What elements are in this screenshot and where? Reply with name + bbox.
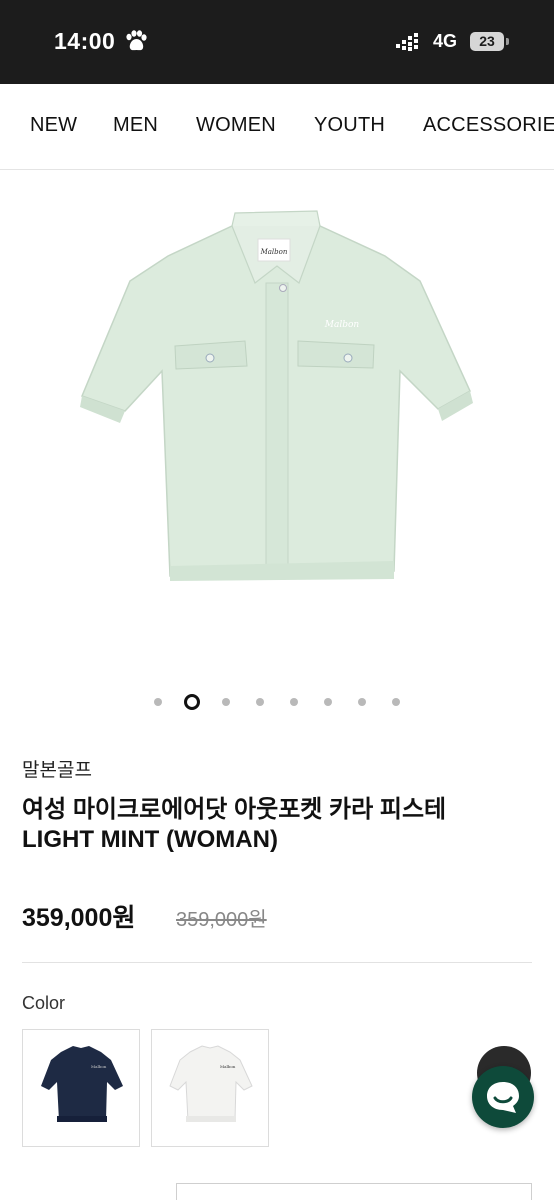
- carousel-dot[interactable]: [392, 698, 400, 706]
- nav-item-youth[interactable]: YOUTH: [314, 114, 385, 137]
- signal-icon: [396, 33, 418, 51]
- sale-price: 359,000원: [22, 904, 136, 932]
- nav-item-men[interactable]: MEN: [113, 114, 158, 137]
- product-subtitle: LIGHT MINT (WOMAN): [22, 826, 278, 853]
- bottom-option-row: [0, 1180, 554, 1200]
- product-image[interactable]: Malbon Malbon: [0, 171, 554, 691]
- original-price: 359,000원: [176, 909, 267, 931]
- carousel-indicator: [0, 692, 554, 712]
- divider: [22, 962, 532, 963]
- carousel-dot[interactable]: [324, 698, 332, 706]
- chest-logo: Malbon: [324, 320, 360, 330]
- size-select[interactable]: [176, 1183, 532, 1200]
- battery-tip-icon: [506, 38, 509, 45]
- carousel-dot[interactable]: [256, 698, 264, 706]
- svg-text:Malbon: Malbon: [220, 1064, 236, 1069]
- carousel-dot[interactable]: [358, 698, 366, 706]
- status-time: 14:00: [54, 28, 116, 54]
- carousel-dot[interactable]: [154, 698, 162, 706]
- carousel-dot-active[interactable]: [184, 694, 200, 710]
- nav-item-accessories[interactable]: ACCESSORIE: [423, 114, 554, 137]
- svg-text:Malbon: Malbon: [91, 1064, 107, 1069]
- inner-label-logo: Malbon: [260, 248, 288, 256]
- shirt-illustration: Malbon Malbon: [80, 210, 473, 581]
- status-bar: 14:00 4G 23: [0, 0, 554, 84]
- brand-name[interactable]: 말본골프: [22, 755, 92, 782]
- network-label: 4G: [433, 31, 458, 51]
- white-shirt-thumbnail: Malbon: [169, 1045, 253, 1122]
- category-nav: NEW MEN WOMEN YOUTH ACCESSORIE: [0, 84, 554, 170]
- navy-shirt-thumbnail: Malbon: [41, 1046, 123, 1122]
- swatch-white[interactable]: Malbon: [151, 1029, 269, 1147]
- chat-button[interactable]: [472, 1066, 534, 1128]
- carousel-dot[interactable]: [290, 698, 298, 706]
- product-title: 여성 마이크로에어닷 아웃포켓 카라 피스테: [22, 796, 447, 823]
- nav-item-new[interactable]: NEW: [30, 114, 77, 137]
- paw-icon: [126, 30, 147, 51]
- nav-item-women[interactable]: WOMEN: [196, 114, 276, 137]
- chat-icon: [487, 1082, 519, 1113]
- color-label: Color: [22, 993, 66, 1013]
- carousel-dot[interactable]: [222, 698, 230, 706]
- swatch-navy[interactable]: Malbon: [22, 1029, 140, 1147]
- battery-indicator: 23: [470, 32, 504, 51]
